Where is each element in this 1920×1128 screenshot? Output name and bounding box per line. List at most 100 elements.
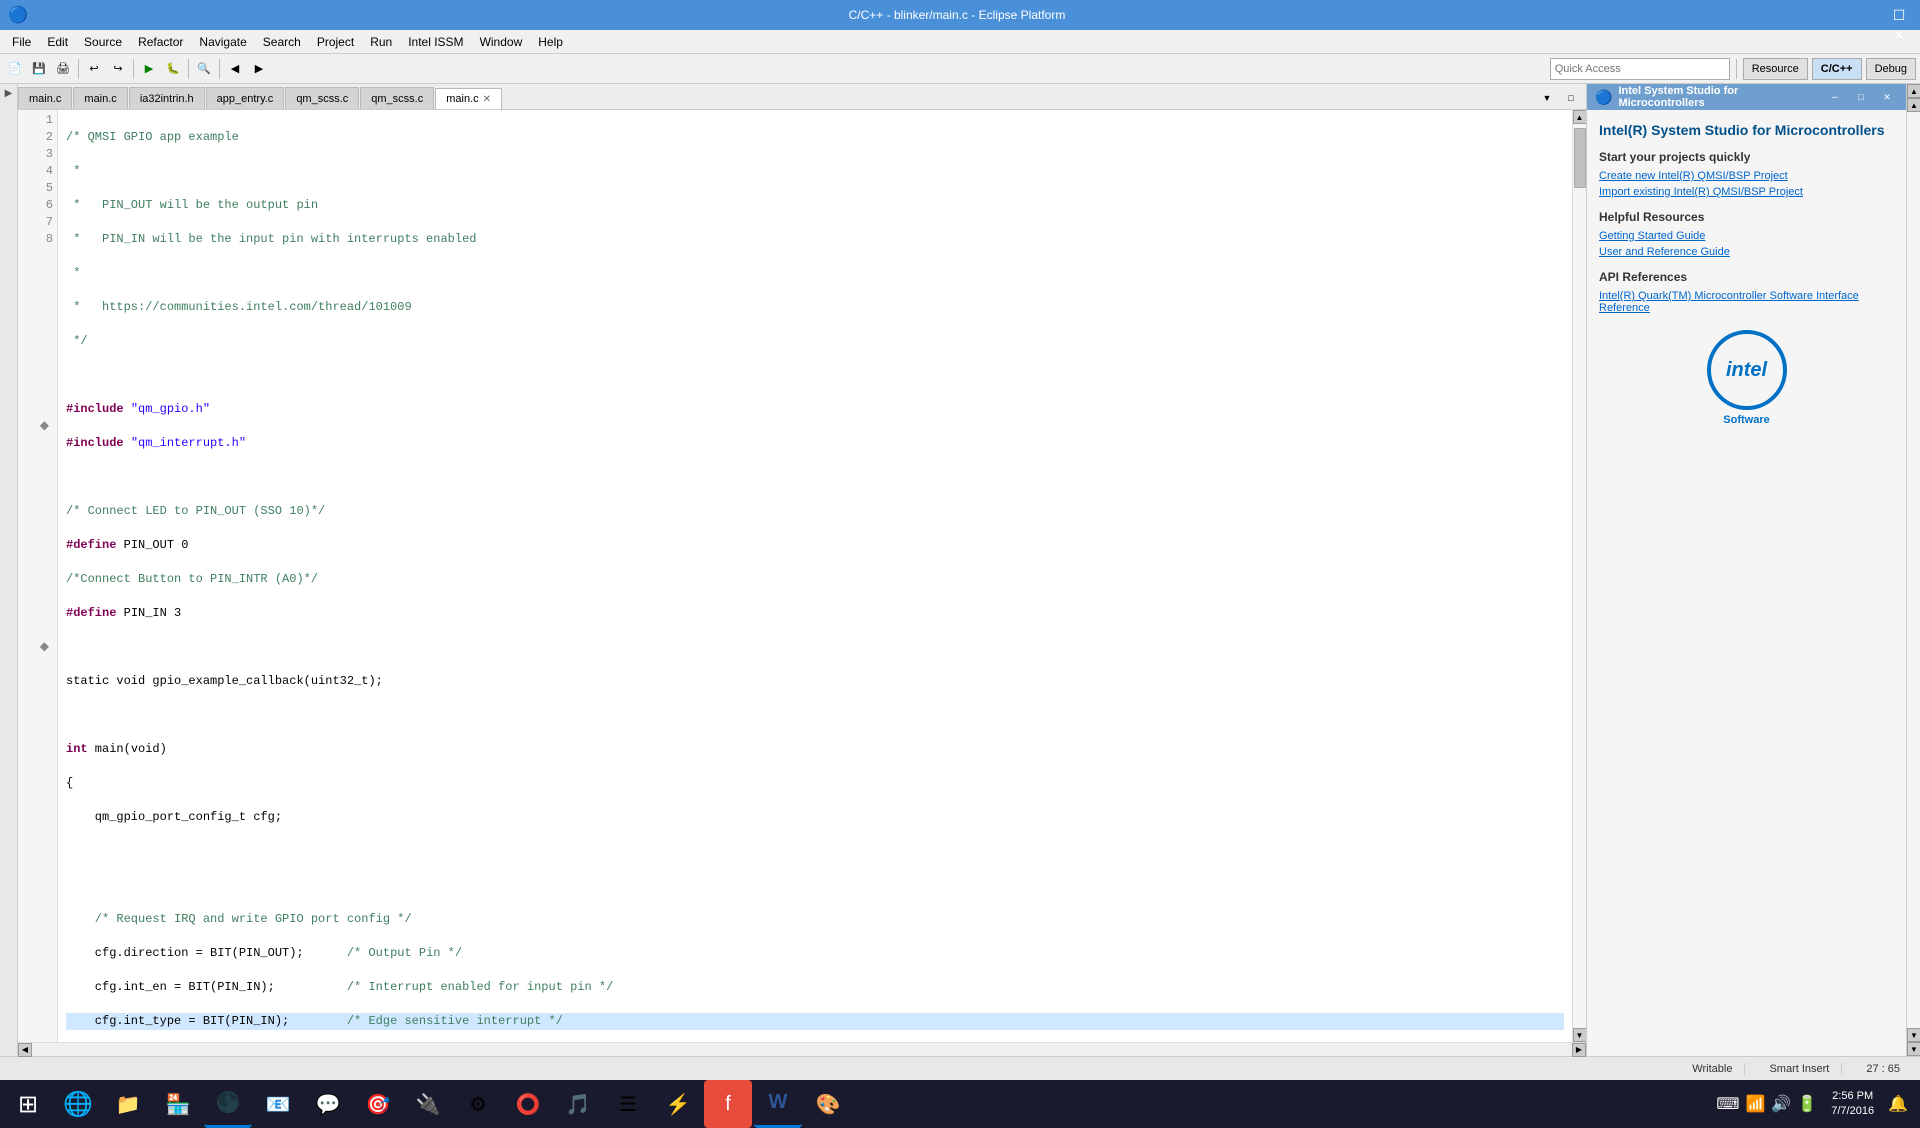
menu-source[interactable]: Source [76,30,130,53]
vertical-scrollbar[interactable]: ▲ ▼ [1572,110,1586,1042]
next-button[interactable]: ▶ [248,58,270,80]
panel-scroll-up2[interactable]: ▲ [1907,98,1920,112]
scroll-right-arrow[interactable]: ▶ [1572,1043,1586,1057]
tab-collapse-btn[interactable]: ▼ [1536,87,1558,109]
search-button[interactable]: 🔍 [193,58,215,80]
tab-maximize-btn[interactable]: □ [1560,87,1582,109]
tray-keyboard[interactable]: ⌨ [1716,1094,1739,1114]
menu-run[interactable]: Run [362,30,400,53]
tab-close-icon[interactable]: ✕ [483,94,491,105]
menu-navigate[interactable]: Navigate [191,30,254,53]
menu-help[interactable]: Help [530,30,571,53]
debug-perspective-btn[interactable]: Debug [1866,58,1916,80]
cpp-perspective-btn[interactable]: C/C++ [1812,58,1862,80]
tab-app-entry[interactable]: app_entry.c [206,87,285,109]
tab-0-label: main.c [29,93,61,105]
panel-api-title: API References [1599,270,1894,284]
taskbar-app3[interactable]: ☰ [604,1080,652,1128]
taskbar-arduino[interactable]: ⭕ [504,1080,552,1128]
taskbar-explorer[interactable]: 📁 [104,1080,152,1128]
panel-close-btn[interactable]: ✕ [1876,86,1898,108]
scroll-down-arrow[interactable]: ▼ [1573,1028,1587,1042]
panel-scroll-track[interactable] [1907,112,1920,1028]
panel-create-link[interactable]: Create new Intel(R) QMSI/BSP Project [1599,170,1894,182]
panel-maximize-btn[interactable]: □ [1850,86,1872,108]
window-controls: ─ ☐ ✕ [1886,0,1912,45]
menu-search[interactable]: Search [255,30,309,53]
panel-scroll-down[interactable]: ▼ [1907,1028,1920,1042]
taskbar-outlook[interactable]: 📧 [254,1080,302,1128]
scroll-track[interactable] [1573,124,1587,1028]
tab-qm-scss-1[interactable]: qm_scss.c [360,87,434,109]
panel-user-guide-link[interactable]: User and Reference Guide [1599,246,1894,258]
taskbar-store[interactable]: 🏪 [154,1080,202,1128]
code-editor[interactable]: 1 2 3 4 5 6 7 8 ◆ [18,110,1586,1042]
menu-project[interactable]: Project [309,30,362,53]
panel-getting-started-link[interactable]: Getting Started Guide [1599,230,1894,242]
tray-network[interactable]: 📶 [1745,1094,1765,1114]
panel-quark-link[interactable]: Intel(R) Quark(TM) Microcontroller Softw… [1599,290,1894,314]
toolbar-sep-5 [1736,59,1737,79]
taskbar-app4[interactable]: f [704,1080,752,1128]
scroll-thumb[interactable] [1574,128,1586,188]
panel-minimize-btn[interactable]: ─ [1824,86,1846,108]
taskbar-app2[interactable]: 🔌 [404,1080,452,1128]
save-button[interactable]: 💾 [28,58,50,80]
undo-button[interactable]: ↩ [83,58,105,80]
taskbar-spotify[interactable]: 🎵 [554,1080,602,1128]
taskbar-settings[interactable]: ⚙ [454,1080,502,1128]
menu-intel-issm[interactable]: Intel ISSM [400,30,471,53]
taskbar-ie[interactable]: 🌐 [54,1080,102,1128]
taskbar-app1[interactable]: 🎯 [354,1080,402,1128]
maximize-button[interactable]: ☐ [1886,5,1912,25]
left-sidebar: ▶ [0,84,18,1056]
debug-button[interactable]: 🐛 [162,58,184,80]
cursor-position: 27 : 65 [1854,1063,1912,1075]
resource-perspective-btn[interactable]: Resource [1743,58,1808,80]
tray-battery[interactable]: 🔋 [1797,1094,1817,1114]
menu-refactor[interactable]: Refactor [130,30,191,53]
horizontal-scrollbar[interactable]: ◀ ▶ [18,1042,1586,1056]
tab-ia32[interactable]: ia32intrin.h [129,87,205,109]
taskbar-app5[interactable]: 🎨 [804,1080,852,1128]
tab-app-entry-label: app_entry.c [217,93,274,105]
taskbar-word[interactable]: W [754,1080,802,1128]
scroll-up-arrow[interactable]: ▲ [1573,110,1587,124]
tab-1[interactable]: main.c [73,87,127,109]
scroll-left-arrow[interactable]: ◀ [18,1043,32,1057]
run-button[interactable]: ▶ [138,58,160,80]
tray-notification[interactable]: 🔔 [1888,1094,1908,1114]
taskbar-tray: ⌨ 📶 🔊 🔋 2:56 PM 7/7/2016 🔔 [1708,1089,1916,1120]
tab-qm-scss-1-label: qm_scss.c [371,93,423,105]
panel-scroll-up[interactable]: ▲ [1907,84,1920,98]
code-content[interactable]: /* QMSI GPIO app example * * PIN_OUT wil… [58,110,1572,1042]
panel-scroll-down2[interactable]: ▼ [1907,1042,1920,1056]
panel-help-title: Helpful Resources [1599,210,1894,224]
new-button[interactable]: 📄 [4,58,26,80]
toolbar: 📄 💾 🖨 ↩ ↪ ▶ 🐛 🔍 ◀ ▶ Resource C/C++ Debug [0,54,1920,84]
right-panel-header: 🔵 Intel System Studio for Microcontrolle… [1587,84,1906,110]
tray-volume[interactable]: 🔊 [1771,1094,1791,1114]
menu-window[interactable]: Window [472,30,531,53]
tab-0[interactable]: main.c [18,87,72,109]
right-panel-scrollbar[interactable]: ▲ ▲ ▼ ▼ [1906,84,1920,1056]
quick-access-input[interactable] [1550,58,1730,80]
taskbar: ⊞ 🌐 📁 🏪 🌑 📧 💬 🎯 🔌 ⚙ ⭕ 🎵 ☰ ⚡ f W 🎨 ⌨ 📶 🔊 … [0,1080,1920,1128]
prev-button[interactable]: ◀ [224,58,246,80]
close-button[interactable]: ✕ [1886,25,1912,45]
taskbar-eclipse[interactable]: ⚡ [654,1080,702,1128]
print-button[interactable]: 🖨 [52,58,74,80]
menu-file[interactable]: File [4,30,39,53]
redo-button[interactable]: ↪ [107,58,129,80]
sidebar-expand-icon[interactable]: ▶ [3,88,14,99]
panel-scroll-arrows-bottom: ▼ ▼ [1907,1028,1920,1056]
taskbar-chrome[interactable]: 🌑 [204,1080,252,1128]
panel-import-link[interactable]: Import existing Intel(R) QMSI/BSP Projec… [1599,186,1894,198]
tab-main-active[interactable]: main.c ✕ [435,88,502,110]
clock[interactable]: 2:56 PM 7/7/2016 [1823,1089,1882,1120]
taskbar-skype[interactable]: 💬 [304,1080,352,1128]
start-button[interactable]: ⊞ [4,1080,52,1128]
menu-edit[interactable]: Edit [39,30,76,53]
tab-qm-scss-0[interactable]: qm_scss.c [285,87,359,109]
tab-qm-scss-0-label: qm_scss.c [296,93,348,105]
